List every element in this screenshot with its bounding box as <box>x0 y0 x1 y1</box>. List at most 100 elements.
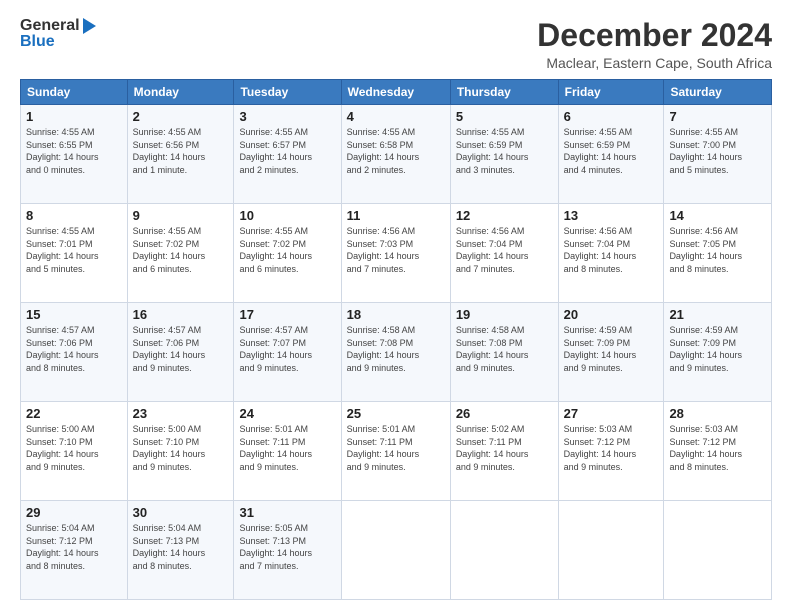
table-row: 19 Sunrise: 4:58 AM Sunset: 7:08 PM Dayli… <box>450 303 558 402</box>
table-row: 1 Sunrise: 4:55 AM Sunset: 6:55 PM Daylig… <box>21 105 128 204</box>
day-info: Sunrise: 4:59 AM Sunset: 7:09 PM Dayligh… <box>669 325 742 373</box>
day-number: 25 <box>347 406 445 421</box>
day-number: 29 <box>26 505 122 520</box>
table-row: 9 Sunrise: 4:55 AM Sunset: 7:02 PM Daylig… <box>127 204 234 303</box>
col-thursday: Thursday <box>450 80 558 105</box>
day-number: 22 <box>26 406 122 421</box>
day-number: 2 <box>133 109 229 124</box>
day-number: 11 <box>347 208 445 223</box>
table-row: 30Sunrise: 5:04 AM Sunset: 7:13 PM Dayli… <box>127 501 234 600</box>
day-info: Sunrise: 4:55 AM Sunset: 7:00 PM Dayligh… <box>669 127 742 175</box>
col-wednesday: Wednesday <box>341 80 450 105</box>
table-row: 25Sunrise: 5:01 AM Sunset: 7:11 PM Dayli… <box>341 402 450 501</box>
day-info: Sunrise: 4:58 AM Sunset: 7:08 PM Dayligh… <box>347 325 420 373</box>
calendar-header-row: Sunday Monday Tuesday Wednesday Thursday… <box>21 80 772 105</box>
day-info: Sunrise: 4:57 AM Sunset: 7:06 PM Dayligh… <box>133 325 206 373</box>
day-info: Sunrise: 4:55 AM Sunset: 7:01 PM Dayligh… <box>26 226 99 274</box>
day-number: 1 <box>26 109 122 124</box>
day-number: 10 <box>239 208 335 223</box>
day-info: Sunrise: 4:55 AM Sunset: 7:02 PM Dayligh… <box>133 226 206 274</box>
table-row: 10 Sunrise: 4:55 AM Sunset: 7:02 PM Dayli… <box>234 204 341 303</box>
table-row: 5 Sunrise: 4:55 AM Sunset: 6:59 PM Daylig… <box>450 105 558 204</box>
day-info: Sunrise: 5:03 AM Sunset: 7:12 PM Dayligh… <box>669 424 742 472</box>
day-number: 16 <box>133 307 229 322</box>
table-row: 21 Sunrise: 4:59 AM Sunset: 7:09 PM Dayli… <box>664 303 772 402</box>
main-title: December 2024 <box>537 18 772 53</box>
table-row: 18 Sunrise: 4:58 AM Sunset: 7:08 PM Dayli… <box>341 303 450 402</box>
col-sunday: Sunday <box>21 80 128 105</box>
title-block: December 2024 Maclear, Eastern Cape, Sou… <box>537 18 772 71</box>
table-row: 31Sunrise: 5:05 AM Sunset: 7:13 PM Dayli… <box>234 501 341 600</box>
day-info: Sunrise: 4:59 AM Sunset: 7:09 PM Dayligh… <box>564 325 637 373</box>
table-row: 6 Sunrise: 4:55 AM Sunset: 6:59 PM Daylig… <box>558 105 664 204</box>
day-number: 4 <box>347 109 445 124</box>
calendar-week-row: 8 Sunrise: 4:55 AM Sunset: 7:01 PM Daylig… <box>21 204 772 303</box>
col-saturday: Saturday <box>664 80 772 105</box>
day-info: Sunrise: 4:55 AM Sunset: 6:55 PM Dayligh… <box>26 127 99 175</box>
day-number: 3 <box>239 109 335 124</box>
table-row: 27 Sunrise: 5:03 AM Sunset: 7:12 PM Dayli… <box>558 402 664 501</box>
table-row: 20 Sunrise: 4:59 AM Sunset: 7:09 PM Dayli… <box>558 303 664 402</box>
col-tuesday: Tuesday <box>234 80 341 105</box>
day-info: Sunrise: 4:56 AM Sunset: 7:05 PM Dayligh… <box>669 226 742 274</box>
day-info: Sunrise: 4:55 AM Sunset: 6:59 PM Dayligh… <box>456 127 529 175</box>
day-number: 9 <box>133 208 229 223</box>
calendar-table: Sunday Monday Tuesday Wednesday Thursday… <box>20 79 772 600</box>
logo-blue: Blue <box>20 33 55 50</box>
logo-arrow-icon <box>83 18 96 34</box>
table-row: 16 Sunrise: 4:57 AM Sunset: 7:06 PM Dayli… <box>127 303 234 402</box>
table-row: 22 Sunrise: 5:00 AM Sunset: 7:10 PM Dayli… <box>21 402 128 501</box>
table-row: 23Sunrise: 5:00 AM Sunset: 7:10 PM Dayli… <box>127 402 234 501</box>
day-info: Sunrise: 5:02 AM Sunset: 7:11 PM Dayligh… <box>456 424 529 472</box>
day-number: 27 <box>564 406 659 421</box>
day-info: Sunrise: 4:55 AM Sunset: 6:56 PM Dayligh… <box>133 127 206 175</box>
day-number: 6 <box>564 109 659 124</box>
table-row: 15Sunrise: 4:57 AM Sunset: 7:06 PM Dayli… <box>21 303 128 402</box>
day-number: 13 <box>564 208 659 223</box>
day-info: Sunrise: 4:57 AM Sunset: 7:07 PM Dayligh… <box>239 325 312 373</box>
table-row: 11Sunrise: 4:56 AM Sunset: 7:03 PM Dayli… <box>341 204 450 303</box>
page: General Blue December 2024 Maclear, East… <box>0 0 792 612</box>
day-number: 21 <box>669 307 766 322</box>
day-info: Sunrise: 4:55 AM Sunset: 6:58 PM Dayligh… <box>347 127 420 175</box>
day-number: 17 <box>239 307 335 322</box>
table-row: 3 Sunrise: 4:55 AM Sunset: 6:57 PM Daylig… <box>234 105 341 204</box>
calendar-week-row: 1 Sunrise: 4:55 AM Sunset: 6:55 PM Daylig… <box>21 105 772 204</box>
calendar-week-row: 15Sunrise: 4:57 AM Sunset: 7:06 PM Dayli… <box>21 303 772 402</box>
day-number: 8 <box>26 208 122 223</box>
day-info: Sunrise: 5:05 AM Sunset: 7:13 PM Dayligh… <box>239 523 312 571</box>
logo: General Blue <box>20 18 96 50</box>
day-info: Sunrise: 5:00 AM Sunset: 7:10 PM Dayligh… <box>133 424 206 472</box>
header: General Blue December 2024 Maclear, East… <box>20 18 772 71</box>
day-info: Sunrise: 4:56 AM Sunset: 7:04 PM Dayligh… <box>564 226 637 274</box>
day-info: Sunrise: 4:58 AM Sunset: 7:08 PM Dayligh… <box>456 325 529 373</box>
day-info: Sunrise: 4:55 AM Sunset: 7:02 PM Dayligh… <box>239 226 312 274</box>
table-row: 8 Sunrise: 4:55 AM Sunset: 7:01 PM Daylig… <box>21 204 128 303</box>
day-info: Sunrise: 5:01 AM Sunset: 7:11 PM Dayligh… <box>239 424 312 472</box>
col-monday: Monday <box>127 80 234 105</box>
col-friday: Friday <box>558 80 664 105</box>
table-row: 12Sunrise: 4:56 AM Sunset: 7:04 PM Dayli… <box>450 204 558 303</box>
day-number: 20 <box>564 307 659 322</box>
day-number: 26 <box>456 406 553 421</box>
table-row: 2 Sunrise: 4:55 AM Sunset: 6:56 PM Daylig… <box>127 105 234 204</box>
day-info: Sunrise: 5:03 AM Sunset: 7:12 PM Dayligh… <box>564 424 637 472</box>
day-number: 5 <box>456 109 553 124</box>
table-row <box>558 501 664 600</box>
calendar-week-row: 29 Sunrise: 5:04 AM Sunset: 7:12 PM Dayli… <box>21 501 772 600</box>
table-row: 13 Sunrise: 4:56 AM Sunset: 7:04 PM Dayli… <box>558 204 664 303</box>
calendar-week-row: 22 Sunrise: 5:00 AM Sunset: 7:10 PM Dayli… <box>21 402 772 501</box>
day-number: 24 <box>239 406 335 421</box>
day-info: Sunrise: 4:55 AM Sunset: 6:57 PM Dayligh… <box>239 127 312 175</box>
day-number: 14 <box>669 208 766 223</box>
day-info: Sunrise: 4:55 AM Sunset: 6:59 PM Dayligh… <box>564 127 637 175</box>
day-number: 18 <box>347 307 445 322</box>
day-number: 28 <box>669 406 766 421</box>
table-row <box>450 501 558 600</box>
table-row: 14 Sunrise: 4:56 AM Sunset: 7:05 PM Dayli… <box>664 204 772 303</box>
table-row: 17 Sunrise: 4:57 AM Sunset: 7:07 PM Dayli… <box>234 303 341 402</box>
day-number: 7 <box>669 109 766 124</box>
day-info: Sunrise: 5:04 AM Sunset: 7:12 PM Dayligh… <box>26 523 99 571</box>
day-info: Sunrise: 5:00 AM Sunset: 7:10 PM Dayligh… <box>26 424 99 472</box>
day-number: 19 <box>456 307 553 322</box>
